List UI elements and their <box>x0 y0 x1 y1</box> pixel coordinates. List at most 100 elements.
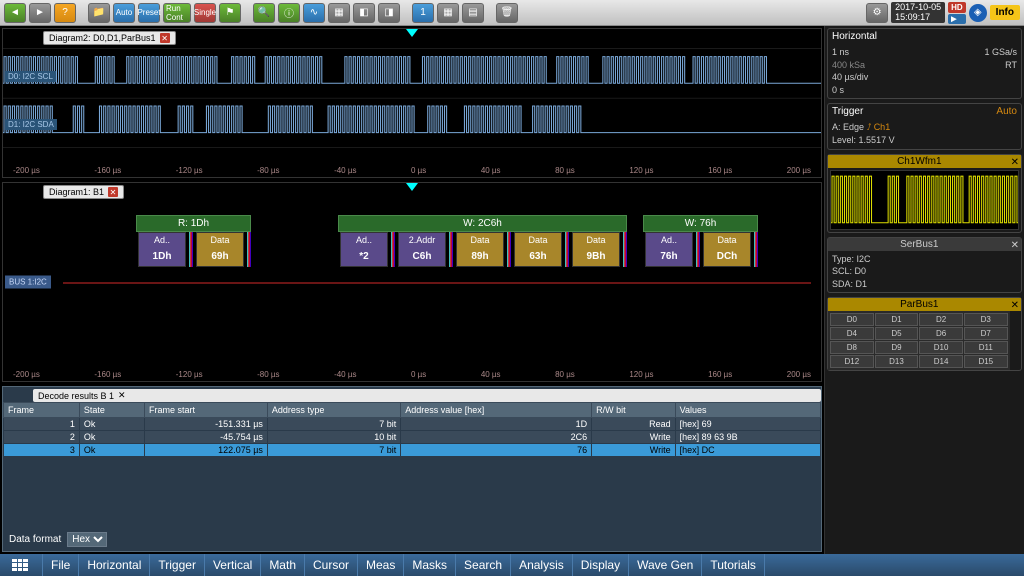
parbus-cell: D8 <box>830 341 874 354</box>
time-axis: -200 µs-160 µs-120 µs-80 µs-40 µs0 µs40 … <box>3 370 821 379</box>
diagram2-tab[interactable]: Diagram2: D0,D1,ParBus1 ✕ <box>43 31 176 45</box>
parbus-cell: D10 <box>919 341 963 354</box>
parbus-cell: D9 <box>875 341 919 354</box>
menu-analysis[interactable]: Analysis <box>511 554 573 576</box>
diagram1-tab[interactable]: Diagram1: B1 ✕ <box>43 185 124 199</box>
decode-frame-group: R: 1DhAd..1DhData69h <box>136 215 251 267</box>
decode-results-panel: Decode results B 1 ✕ FrameStateFrame sta… <box>2 386 822 552</box>
info-button[interactable]: Info <box>990 5 1020 20</box>
forward-button[interactable]: ► <box>29 3 51 23</box>
menu-masks[interactable]: Masks <box>404 554 456 576</box>
table-header: Address type <box>267 403 400 418</box>
table-row[interactable]: 3Ok122.075 µs7 bit76Write[hex] DC <box>4 444 821 457</box>
parbus-cell: D0 <box>830 313 874 326</box>
time-axis: -200 µs-160 µs-120 µs-80 µs-40 µs0 µs40 … <box>3 166 821 175</box>
parbus-cell: D1 <box>875 313 919 326</box>
serbus-box[interactable]: SerBus1✕ Type: I2C SCL: D0 SDA: D1 <box>827 237 1022 294</box>
close-icon[interactable]: ✕ <box>160 33 170 43</box>
digital-waveform <box>3 29 821 177</box>
d1-label: D1: I2C SDA <box>5 119 57 130</box>
zoom-in-button[interactable]: 🔍 <box>253 3 275 23</box>
parbus-cell: D7 <box>964 327 1008 340</box>
parbus-cell: D14 <box>919 355 963 368</box>
table-row[interactable]: 1Ok-151.331 µs7 bit1DRead[hex] 69 <box>4 418 821 431</box>
auto-button[interactable]: Auto <box>113 3 135 23</box>
menu-cursor[interactable]: Cursor <box>305 554 358 576</box>
table-header: State <box>79 403 144 418</box>
ch1-thumbnail <box>830 170 1019 230</box>
parbus-cell: D13 <box>875 355 919 368</box>
parbus-cell: D12 <box>830 355 874 368</box>
table-row[interactable]: 2Ok-45.754 µs10 bit2C6Write[hex] 89 63 9… <box>4 431 821 444</box>
parbus-cell: D6 <box>919 327 963 340</box>
help-button[interactable]: ? <box>54 3 76 23</box>
d0-label: D0: I2C SCL <box>5 71 56 82</box>
gear-button[interactable]: ⚙ <box>866 3 888 23</box>
trigger-marker-icon <box>406 29 418 37</box>
find-button[interactable]: ⓘ <box>278 3 300 23</box>
data-format-select[interactable]: Hex <box>67 532 107 547</box>
open-button[interactable]: 📁 <box>88 3 110 23</box>
trigger-marker-icon <box>406 183 418 191</box>
menu-search[interactable]: Search <box>456 554 511 576</box>
trigger-box[interactable]: TriggerAuto A: Edge ⭜ Ch1 Level: 1.5517 … <box>827 103 1022 149</box>
table-header: R/W bit <box>592 403 675 418</box>
parbus-cell: D4 <box>830 327 874 340</box>
bottom-menu: FileHorizontalTriggerVerticalMathCursorM… <box>0 554 1024 576</box>
back-button[interactable]: ◄ <box>4 3 26 23</box>
data-format-label: Data format <box>9 534 61 545</box>
parbus-cell: D3 <box>964 313 1008 326</box>
single-button[interactable]: Single <box>194 3 216 23</box>
table-header: Address value [hex] <box>401 403 592 418</box>
decode-tab[interactable]: Decode results B 1 ✕ <box>33 389 821 402</box>
menu-math[interactable]: Math <box>261 554 305 576</box>
delete-button[interactable]: 🗑 <box>496 3 518 23</box>
tool-button[interactable]: ◨ <box>378 3 400 23</box>
top-toolbar: ◄ ► ? 📁 Auto Preset Run Cont Single ⚑ 🔍 … <box>0 0 1024 26</box>
parbus-cell: D5 <box>875 327 919 340</box>
table-header: Frame start <box>144 403 267 418</box>
decode-frame-group: W: 2C6hAd..*22.AddrC6hData89hData63hData… <box>338 215 627 267</box>
menu-vertical[interactable]: Vertical <box>205 554 261 576</box>
decode-table: FrameStateFrame startAddress typeAddress… <box>3 402 821 457</box>
menu-horizontal[interactable]: Horizontal <box>79 554 150 576</box>
parbus-cell: D15 <box>964 355 1008 368</box>
run-cont-button[interactable]: Run Cont <box>163 3 191 23</box>
bus-label: BUS 1:I2C <box>5 276 51 289</box>
flag-button[interactable]: ⚑ <box>219 3 241 23</box>
close-icon[interactable]: ✕ <box>1011 240 1019 251</box>
logo-icon: ◈ <box>969 4 987 22</box>
menu-display[interactable]: Display <box>573 554 629 576</box>
close-icon[interactable]: ✕ <box>1011 157 1019 168</box>
menu-wave-gen[interactable]: Wave Gen <box>629 554 702 576</box>
close-icon[interactable]: ✕ <box>108 187 118 197</box>
close-icon[interactable]: ✕ <box>1011 300 1019 311</box>
menu-file[interactable]: File <box>43 554 79 576</box>
table-header: Frame <box>4 403 80 418</box>
notes-button[interactable]: ▤ <box>462 3 484 23</box>
diagram1-panel: Diagram1: B1 ✕ BUS 1:I2C R: 1DhAd..1DhDa… <box>2 182 822 382</box>
grid-button[interactable]: ▦ <box>328 3 350 23</box>
bus-line <box>63 282 811 284</box>
menu-meas[interactable]: Meas <box>358 554 404 576</box>
diagram2-panel: Diagram2: D0,D1,ParBus1 ✕ D0: I2C SCL D1… <box>2 28 822 178</box>
app-menu-button[interactable] <box>4 554 43 576</box>
close-icon[interactable]: ✕ <box>118 390 126 401</box>
measure-button[interactable]: ∿ <box>303 3 325 23</box>
ch1wfm-box[interactable]: Ch1Wfm1 ✕ <box>827 154 1022 233</box>
menu-trigger[interactable]: Trigger <box>150 554 205 576</box>
datetime-display: 2017-10-05 15:09:17 <box>891 2 945 24</box>
horizontal-box[interactable]: Horizontal 1 ns1 GSa/s 400 kSaRT 40 µs/d… <box>827 28 1022 99</box>
settings-button[interactable]: ◧ <box>353 3 375 23</box>
net-badge: ▶ <box>948 14 966 24</box>
decode-frame-group: W: 76hAd..76hDataDCh <box>643 215 758 267</box>
snapshot-button[interactable]: 1 <box>412 3 434 23</box>
preset-button[interactable]: Preset <box>138 3 160 23</box>
table-header: Values <box>675 403 820 418</box>
side-panel: Horizontal 1 ns1 GSa/s 400 kSaRT 40 µs/d… <box>824 26 1024 554</box>
menu-tutorials[interactable]: Tutorials <box>702 554 765 576</box>
copy-button[interactable]: ▦ <box>437 3 459 23</box>
parbus-cell: D11 <box>964 341 1008 354</box>
hd-badge: HD <box>948 2 966 13</box>
parbus-box[interactable]: ParBus1✕ D0D1D2D3D4D5D6D7D8D9D10D11D12D1… <box>827 297 1022 371</box>
